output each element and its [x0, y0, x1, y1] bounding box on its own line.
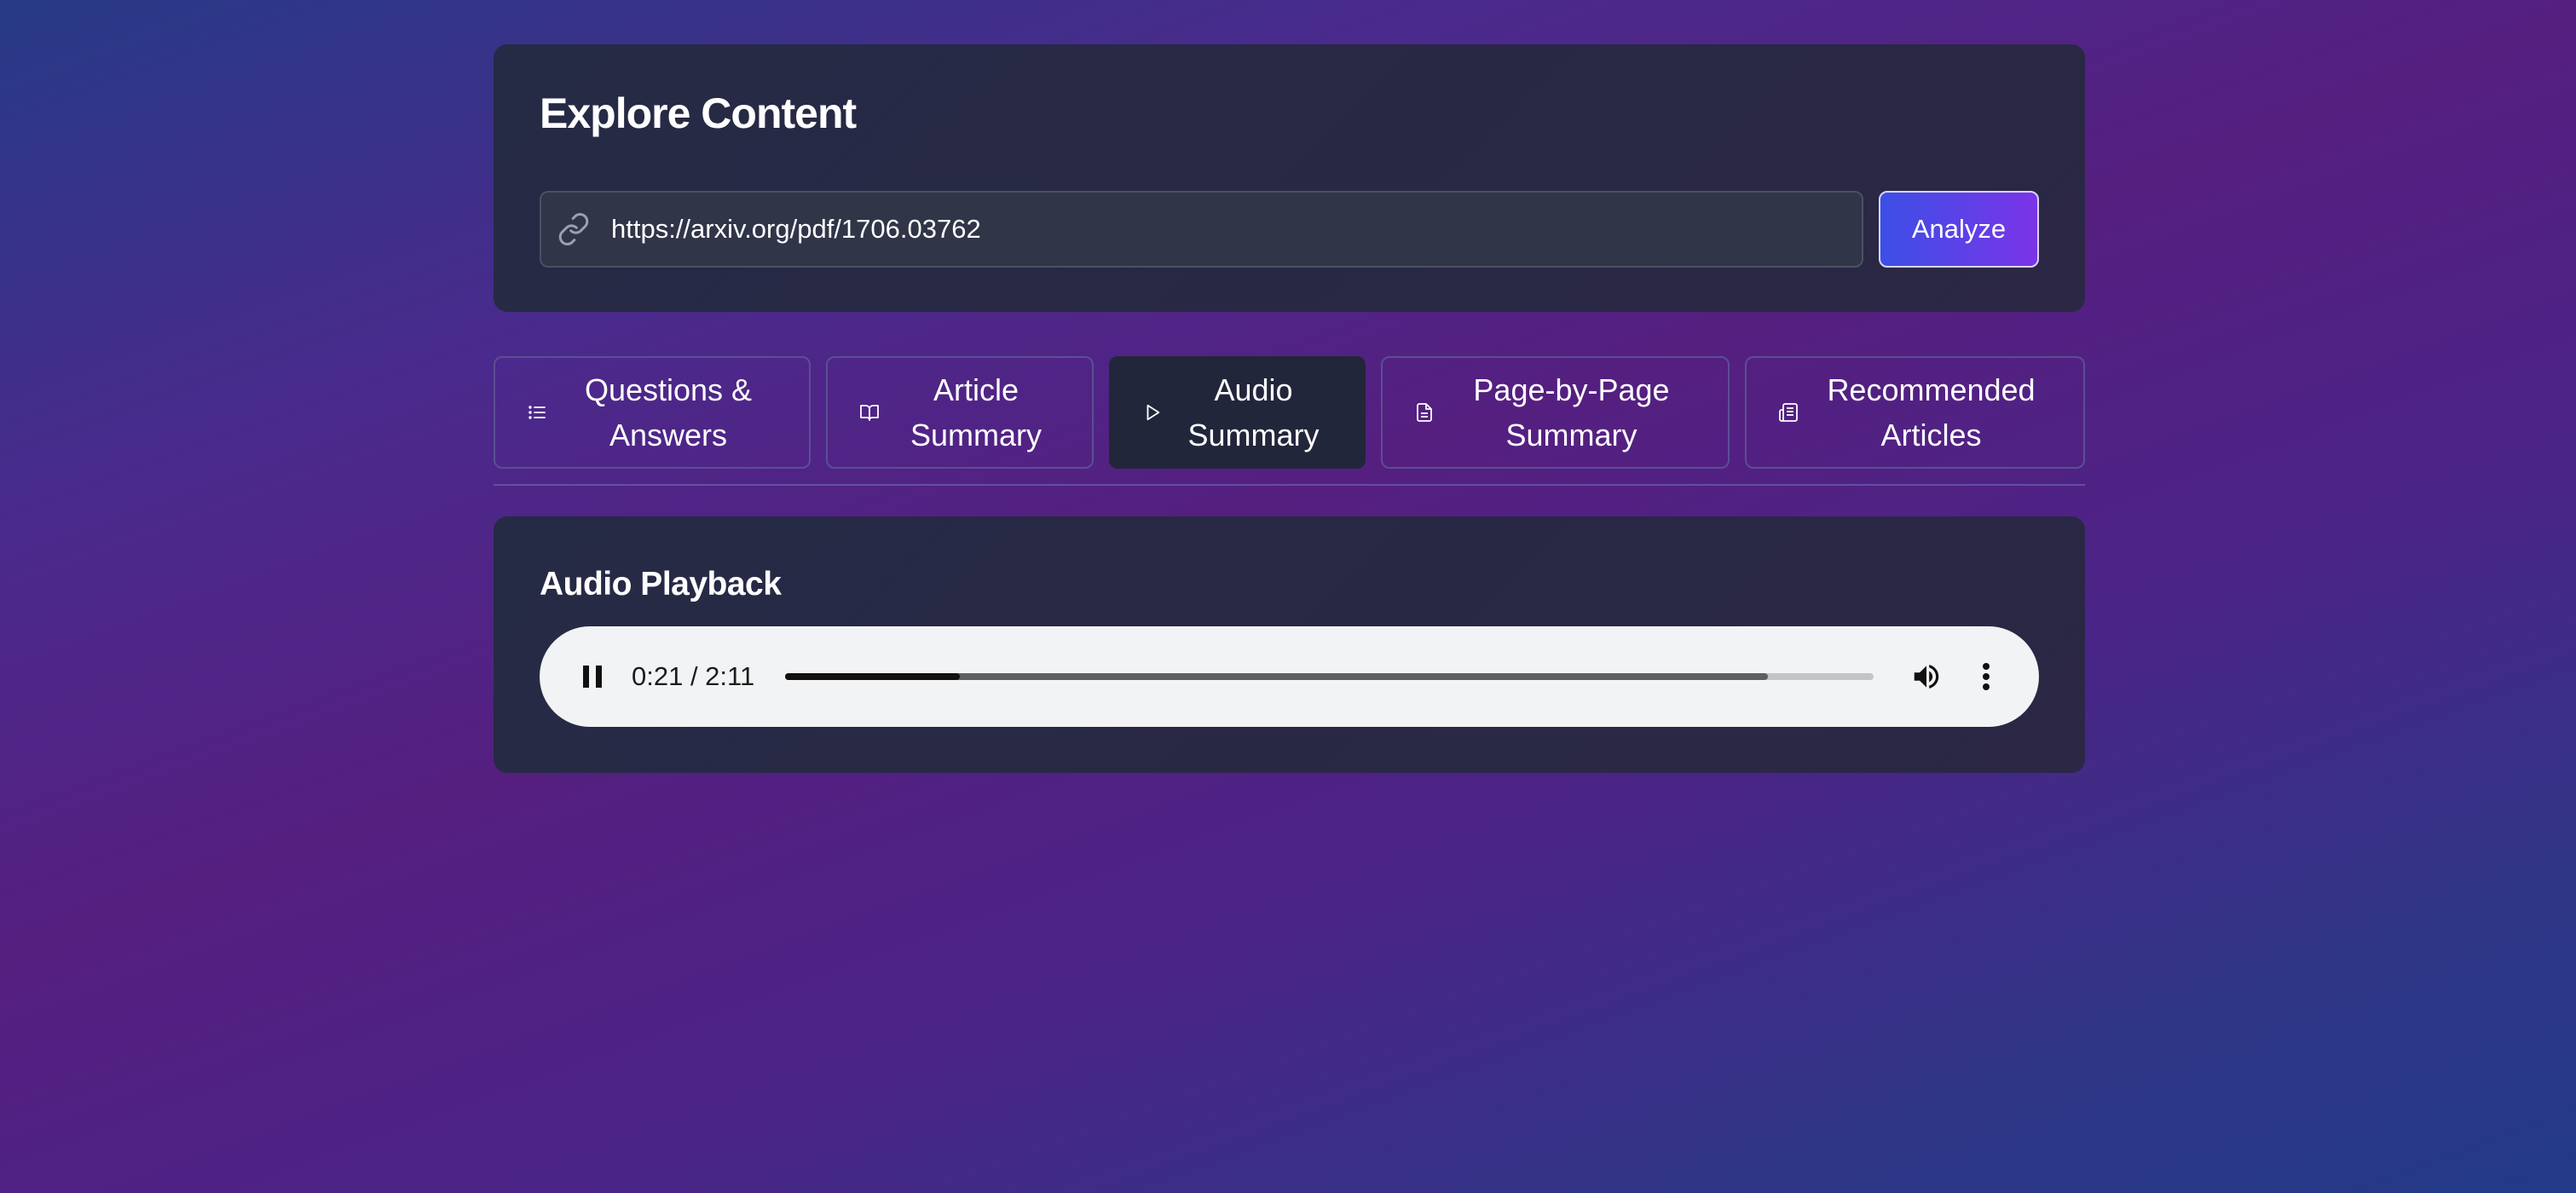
url-field[interactable]	[540, 191, 1863, 268]
volume-button[interactable]	[1908, 658, 1945, 695]
url-row: Analyze	[540, 191, 2039, 268]
more-options-button[interactable]	[1967, 658, 2005, 695]
tab-label: Audio Summary	[1187, 372, 1320, 452]
url-input[interactable]	[611, 214, 1862, 245]
audio-playback-title: Audio Playback	[540, 566, 782, 602]
play-icon	[1141, 401, 1164, 424]
link-icon	[555, 210, 592, 248]
book-open-icon	[858, 401, 881, 424]
pause-icon	[583, 666, 602, 688]
tab-recommended-articles[interactable]: Recommended Articles	[1745, 356, 2085, 469]
more-vertical-icon	[1983, 663, 1990, 690]
volume-icon	[1914, 665, 1939, 689]
time-display: 0:21 / 2:11	[632, 661, 755, 691]
tab-questions-answers[interactable]: Questions & Answers	[494, 356, 811, 469]
tab-audio-summary[interactable]: Audio Summary	[1109, 356, 1366, 469]
audio-player: 0:21 / 2:11	[540, 626, 2039, 727]
analyze-button[interactable]: Analyze	[1879, 191, 2039, 268]
page-title: Explore Content	[540, 89, 857, 137]
tab-article-summary[interactable]: Article Summary	[826, 356, 1094, 469]
tab-label: Questions & Answers	[584, 372, 753, 452]
newspaper-icon	[1777, 401, 1799, 424]
content-tabs: Questions & Answers Article Summary Audi…	[494, 356, 2085, 469]
document-icon	[1413, 401, 1435, 424]
tab-label: Article Summary	[910, 372, 1043, 452]
list-icon	[526, 401, 548, 424]
pause-button[interactable]	[574, 658, 611, 695]
explore-content-card: Explore Content Analyze	[494, 44, 2085, 312]
tab-label: Page-by-Page Summary	[1473, 372, 1670, 452]
tab-page-by-page-summary[interactable]: Page-by-Page Summary	[1381, 356, 1730, 469]
progress-slider[interactable]	[785, 673, 1874, 680]
main-container: Explore Content Analyze	[494, 44, 2085, 773]
progress-played	[785, 673, 960, 680]
audio-playback-card: Audio Playback 0:21 / 2:11	[494, 516, 2085, 773]
tab-label: Recommended Articles	[1827, 372, 2036, 452]
tabs-divider	[494, 484, 2085, 486]
